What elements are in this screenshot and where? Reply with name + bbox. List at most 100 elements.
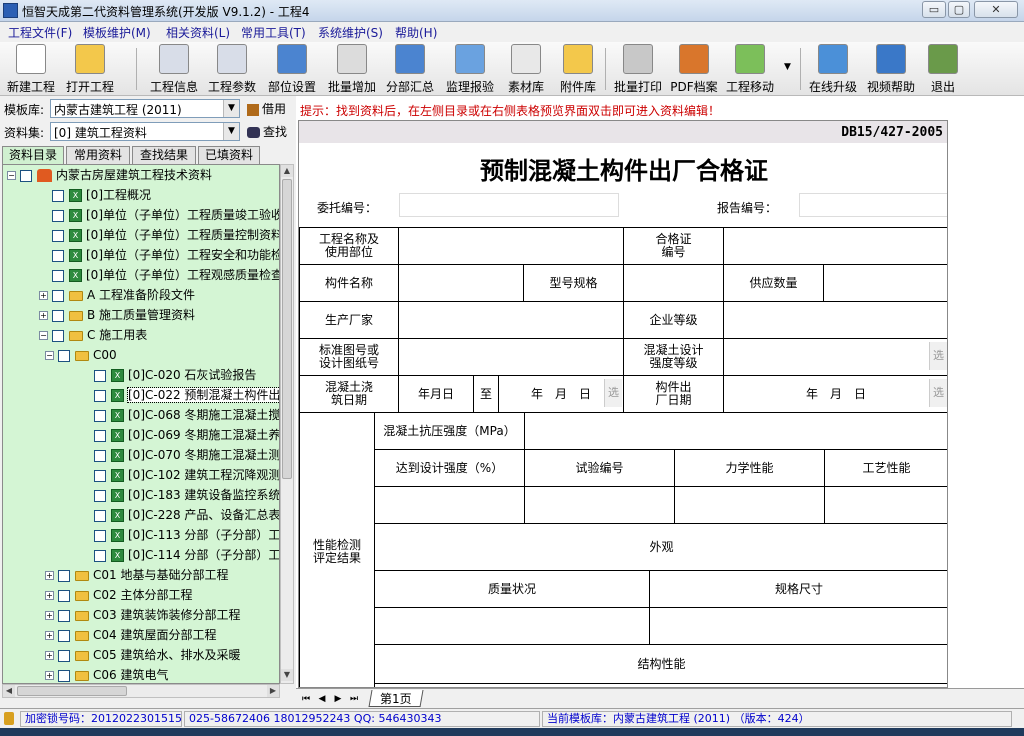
- tree-folder[interactable]: + C05 建筑给水、排水及采暖: [3, 645, 279, 665]
- quality-status-field[interactable]: [374, 607, 650, 645]
- form-preview[interactable]: DB15/427-2005 预制混凝土构件出厂合格证 委托编号： 报告编号： 工…: [298, 120, 948, 688]
- close-button[interactable]: ✕: [974, 1, 1018, 18]
- chevron-down-icon[interactable]: ▼: [223, 123, 239, 140]
- menu-template-maintenance[interactable]: 模板维护(M): [83, 24, 151, 41]
- cert-no-field[interactable]: [723, 227, 947, 265]
- compressive-strength-field[interactable]: [524, 412, 947, 450]
- toolbar-project-info-button[interactable]: 工程信息: [148, 44, 200, 94]
- tree-item[interactable]: X [0]C-183 建筑设备监控系统实: [3, 485, 279, 505]
- model-spec-field[interactable]: [623, 264, 724, 302]
- reach-design-field[interactable]: [374, 486, 525, 524]
- member-name-field[interactable]: [398, 264, 524, 302]
- select-button[interactable]: 选: [604, 379, 622, 407]
- tree-checkbox[interactable]: [94, 549, 106, 562]
- tree-folder[interactable]: − C 施工用表: [3, 325, 279, 345]
- sheet-tab-page1[interactable]: 第1页: [368, 690, 424, 707]
- tree-item[interactable]: X [0]工程概况: [3, 185, 279, 205]
- menu-common-tools[interactable]: 常用工具(T): [241, 24, 306, 41]
- tree-item[interactable]: X [0]C-228 产品、设备汇总表: [3, 505, 279, 525]
- tree-folder[interactable]: + B 施工质量管理资料: [3, 305, 279, 325]
- tree-item[interactable]: X [0]C-022 预制混凝土构件出厂: [3, 385, 279, 405]
- first-sheet-icon[interactable]: ⏮: [300, 693, 312, 705]
- tree-checkbox[interactable]: [94, 489, 106, 502]
- toolbar-print-button[interactable]: 批量打印: [612, 44, 664, 94]
- toolbar-online-upgrade-button[interactable]: 在线升级: [808, 44, 858, 94]
- scroll-down-icon[interactable]: ▼: [281, 669, 293, 681]
- menu-help[interactable]: 帮助(H): [395, 24, 437, 41]
- toolbar-supervision-button[interactable]: 监理报验: [444, 44, 496, 94]
- last-sheet-icon[interactable]: ⏭: [348, 693, 360, 705]
- tree-item[interactable]: X [0]C-020 石灰试验报告: [3, 365, 279, 385]
- tree-item[interactable]: X [0]C-113 分部（子分部）工程: [3, 525, 279, 545]
- template-select[interactable]: 内蒙古建筑工程 (2011) ▼: [50, 99, 240, 118]
- tree-item[interactable]: X [0]C-114 分部（子分部）工程: [3, 545, 279, 565]
- tree-checkbox[interactable]: [94, 449, 106, 462]
- expand-icon[interactable]: +: [39, 311, 48, 320]
- scroll-left-icon[interactable]: ◀: [3, 685, 15, 697]
- collapse-icon[interactable]: −: [39, 331, 48, 340]
- tree-horizontal-scrollbar[interactable]: ◀ ▶: [2, 684, 280, 698]
- tree-checkbox[interactable]: [94, 529, 106, 542]
- tree-checkbox[interactable]: [52, 189, 64, 202]
- expand-icon[interactable]: +: [45, 591, 54, 600]
- tree-checkbox[interactable]: [52, 329, 64, 342]
- toolbar-pdf-archive-button[interactable]: PDF档案: [670, 44, 718, 94]
- tree-checkbox[interactable]: [94, 469, 106, 482]
- toolbar-project-params-button[interactable]: 工程参数: [206, 44, 258, 94]
- tab-catalog[interactable]: 资料目录: [2, 146, 64, 165]
- scroll-up-icon[interactable]: ▲: [281, 165, 293, 177]
- toolbar-batch-add-button[interactable]: 批量增加: [326, 44, 378, 94]
- tree-folder[interactable]: − C00: [3, 345, 279, 365]
- minimize-button[interactable]: ▭: [922, 1, 946, 18]
- tree-checkbox[interactable]: [58, 569, 70, 582]
- factory-date-field[interactable]: 年 月 日: [723, 375, 947, 413]
- hscroll-thumb[interactable]: [17, 686, 127, 696]
- next-sheet-icon[interactable]: ▶: [332, 693, 344, 705]
- tree-checkbox[interactable]: [20, 169, 32, 182]
- tree-item[interactable]: X [0]单位（子单位）工程安全和功能检验: [3, 245, 279, 265]
- tree-folder[interactable]: + C02 主体分部工程: [3, 585, 279, 605]
- tree-folder[interactable]: + C06 建筑电气: [3, 665, 279, 683]
- search-button[interactable]: 查找: [247, 123, 287, 140]
- expand-icon[interactable]: +: [45, 651, 54, 660]
- chevron-down-icon[interactable]: ▼: [784, 62, 791, 72]
- tree-checkbox[interactable]: [58, 649, 70, 662]
- size-spec-field[interactable]: [649, 607, 947, 645]
- mechanical-field[interactable]: [674, 486, 825, 524]
- tree-checkbox[interactable]: [94, 509, 106, 522]
- maximize-button[interactable]: ▢: [948, 1, 970, 18]
- menu-project-file[interactable]: 工程文件(F): [8, 24, 72, 41]
- scroll-right-icon[interactable]: ▶: [267, 685, 279, 697]
- tree-folder[interactable]: + C03 建筑装饰装修分部工程: [3, 605, 279, 625]
- tree-checkbox[interactable]: [58, 349, 70, 362]
- tree-item[interactable]: X [0]单位（子单位）工程质量控制资料核: [3, 225, 279, 245]
- tree-item[interactable]: X [0]C-069 冬期施工混凝土养护: [3, 425, 279, 445]
- tree-checkbox[interactable]: [58, 629, 70, 642]
- tree-checkbox[interactable]: [58, 589, 70, 602]
- tree-vertical-scrollbar[interactable]: ▲ ▼: [280, 164, 294, 684]
- tree-folder[interactable]: + A 工程准备阶段文件: [3, 285, 279, 305]
- tab-search-results[interactable]: 查找结果: [132, 146, 196, 164]
- design-strength-field[interactable]: [723, 338, 947, 376]
- tree-checkbox[interactable]: [94, 409, 106, 422]
- expand-icon[interactable]: +: [45, 571, 54, 580]
- chevron-down-icon[interactable]: ▼: [223, 100, 239, 117]
- expand-icon[interactable]: +: [45, 671, 54, 680]
- tab-common[interactable]: 常用资料: [66, 146, 130, 164]
- entrust-no-field[interactable]: [399, 193, 619, 217]
- tree-checkbox[interactable]: [58, 669, 70, 682]
- standard-drawing-field[interactable]: [398, 338, 624, 376]
- tree-checkbox[interactable]: [94, 429, 106, 442]
- select-button[interactable]: 选: [929, 379, 947, 407]
- toolbar-open-folder-button[interactable]: 打开工程: [64, 44, 116, 94]
- select-button[interactable]: 选: [929, 342, 947, 370]
- tree-checkbox[interactable]: [58, 609, 70, 622]
- tree-checkbox[interactable]: [52, 249, 64, 262]
- menu-related-data[interactable]: 相关资料(L): [166, 24, 230, 41]
- collapse-icon[interactable]: −: [7, 171, 16, 180]
- toolbar-material-library-button[interactable]: 素材库: [504, 44, 548, 94]
- borrow-button[interactable]: 借用: [247, 100, 286, 117]
- toolbar-video-help-button[interactable]: 视频帮助: [866, 44, 916, 94]
- pour-date-from[interactable]: 年月日: [398, 375, 474, 413]
- tree-checkbox[interactable]: [52, 269, 64, 282]
